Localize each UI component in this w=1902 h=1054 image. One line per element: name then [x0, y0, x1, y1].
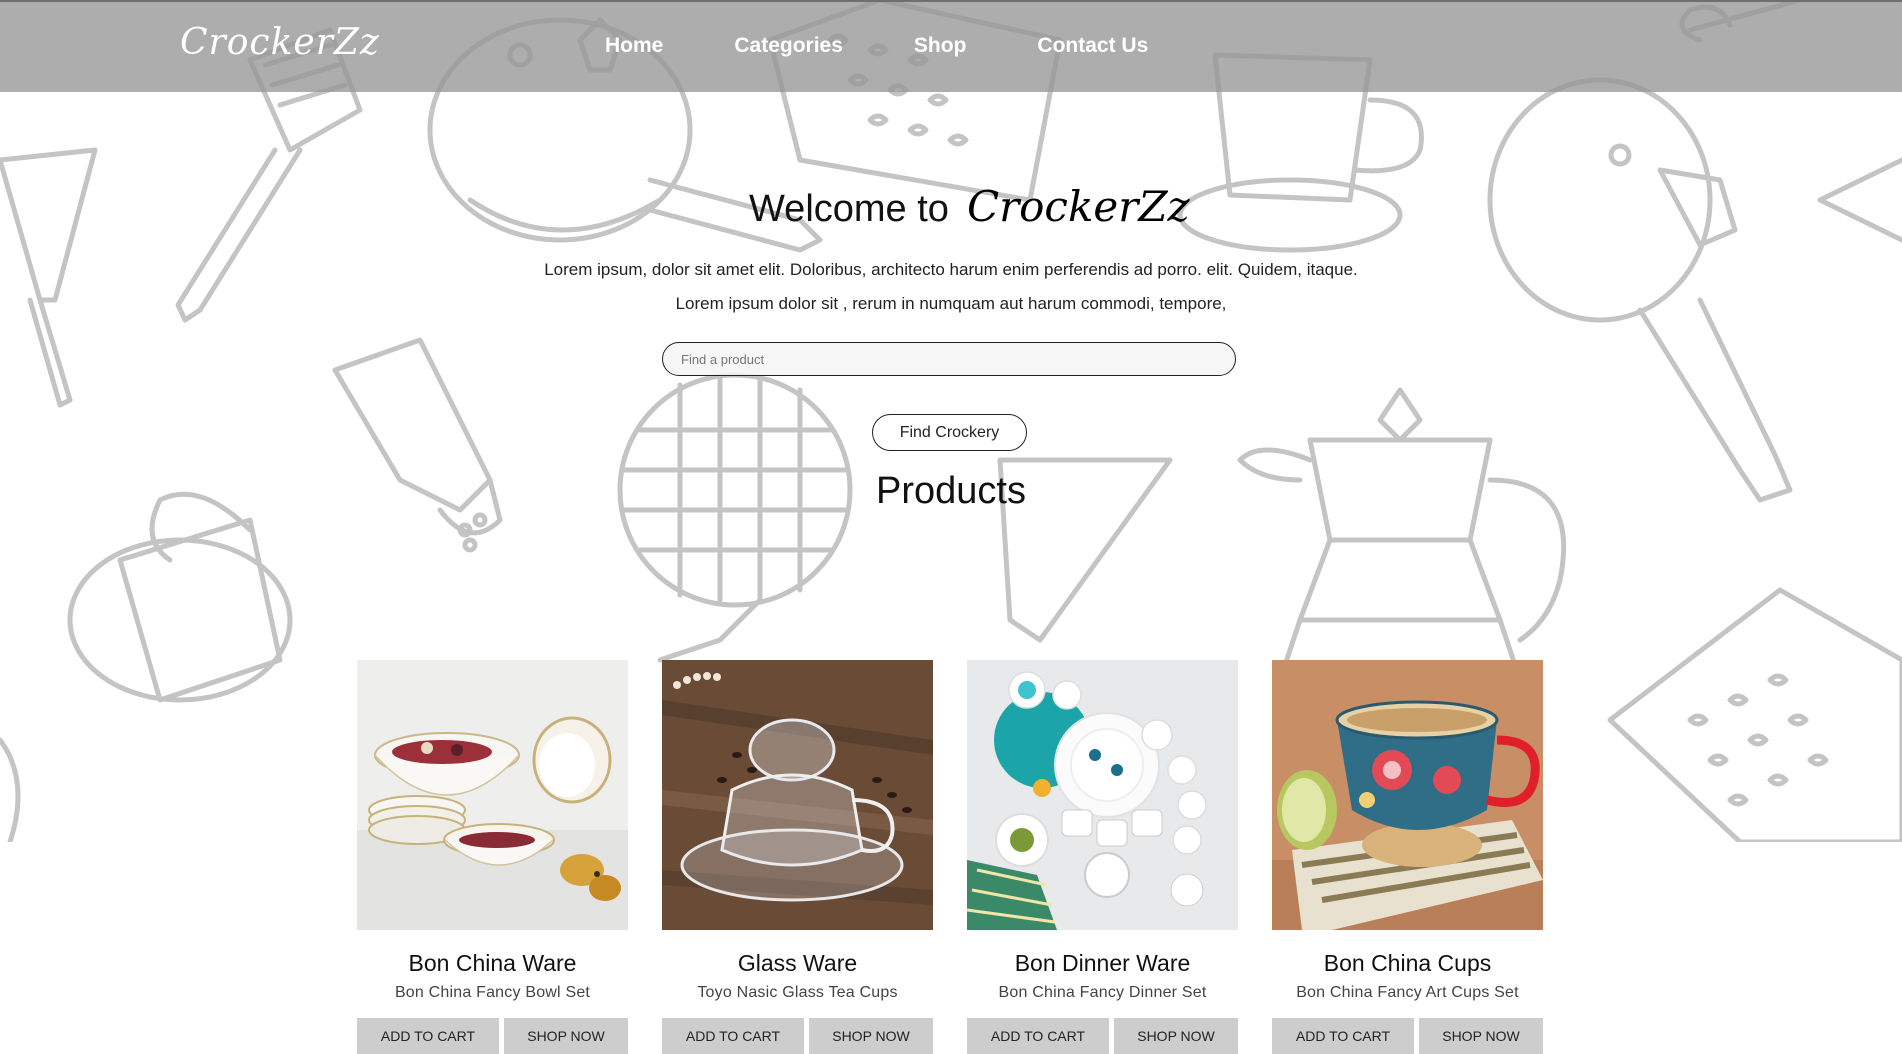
product-name: Bon Dinner Ware: [1014, 950, 1191, 976]
welcome-text: Welcome to: [749, 188, 949, 230]
products-heading: Products: [876, 470, 1026, 512]
nav-link-home[interactable]: Home: [605, 34, 663, 58]
product-actions: ADD TO CART SHOP NOW: [357, 1018, 628, 1054]
find-crockery-button[interactable]: Find Crockery: [872, 414, 1027, 451]
product-description: Toyo Nasic Glass Tea Cups: [697, 984, 898, 1001]
product-actions: ADD TO CART SHOP NOW: [967, 1018, 1238, 1054]
product-actions: ADD TO CART SHOP NOW: [662, 1018, 933, 1054]
product-description: Bon China Fancy Dinner Set: [998, 984, 1207, 1001]
product-description: Bon China Fancy Art Cups Set: [1296, 984, 1519, 1001]
logo-text: CrockerZz: [180, 22, 380, 63]
shop-now-button[interactable]: SHOP NOW: [504, 1018, 628, 1054]
product-image-art-cup[interactable]: [1272, 660, 1543, 930]
product-card: Glass Ware Toyo Nasic Glass Tea Cups ADD…: [662, 660, 933, 1054]
product-card: Bon China Ware Bon China Fancy Bowl Set …: [357, 660, 628, 1054]
product-image-bowl-set[interactable]: [357, 660, 628, 930]
product-name: Glass Ware: [737, 950, 858, 976]
site-logo[interactable]: CrockerZz: [180, 22, 379, 74]
add-to-cart-button[interactable]: ADD TO CART: [967, 1018, 1109, 1054]
product-search-input[interactable]: [662, 342, 1236, 376]
top-navbar: CrockerZz Home Categories Shop Contact U…: [0, 0, 1902, 92]
hero-description-line-2: Lorem ipsum dolor sit , rerum in numquam…: [675, 294, 1227, 313]
welcome-brand-logo: CrockerZz: [966, 182, 1190, 231]
main-nav: Home Categories Shop Contact Us: [605, 34, 1148, 58]
product-actions: ADD TO CART SHOP NOW: [1272, 1018, 1543, 1054]
nav-link-contact-us[interactable]: Contact Us: [1037, 34, 1148, 58]
product-image-glass-tea-cups[interactable]: [662, 660, 933, 930]
product-card: Bon Dinner Ware Bon China Fancy Dinner S…: [967, 660, 1238, 1054]
nav-link-categories[interactable]: Categories: [734, 34, 843, 58]
add-to-cart-button[interactable]: ADD TO CART: [1272, 1018, 1414, 1054]
product-card: Bon China Cups Bon China Fancy Art Cups …: [1272, 660, 1543, 1054]
hero-description-line-1: Lorem ipsum, dolor sit amet elit. Dolori…: [544, 260, 1358, 279]
add-to-cart-button[interactable]: ADD TO CART: [662, 1018, 804, 1054]
shop-now-button[interactable]: SHOP NOW: [1114, 1018, 1238, 1054]
welcome-heading: Welcome to CrockerZz: [749, 182, 1190, 231]
product-image-dinner-set[interactable]: [967, 660, 1238, 930]
product-name: Bon China Ware: [408, 950, 577, 976]
shop-now-button[interactable]: SHOP NOW: [809, 1018, 933, 1054]
product-description: Bon China Fancy Bowl Set: [394, 984, 591, 1001]
header-top-border: [0, 0, 1902, 2]
product-name: Bon China Cups: [1323, 950, 1492, 976]
product-grid: Bon China Ware Bon China Fancy Bowl Set …: [357, 660, 1543, 1054]
add-to-cart-button[interactable]: ADD TO CART: [357, 1018, 499, 1054]
nav-link-shop[interactable]: Shop: [914, 34, 967, 58]
shop-now-button[interactable]: SHOP NOW: [1419, 1018, 1543, 1054]
